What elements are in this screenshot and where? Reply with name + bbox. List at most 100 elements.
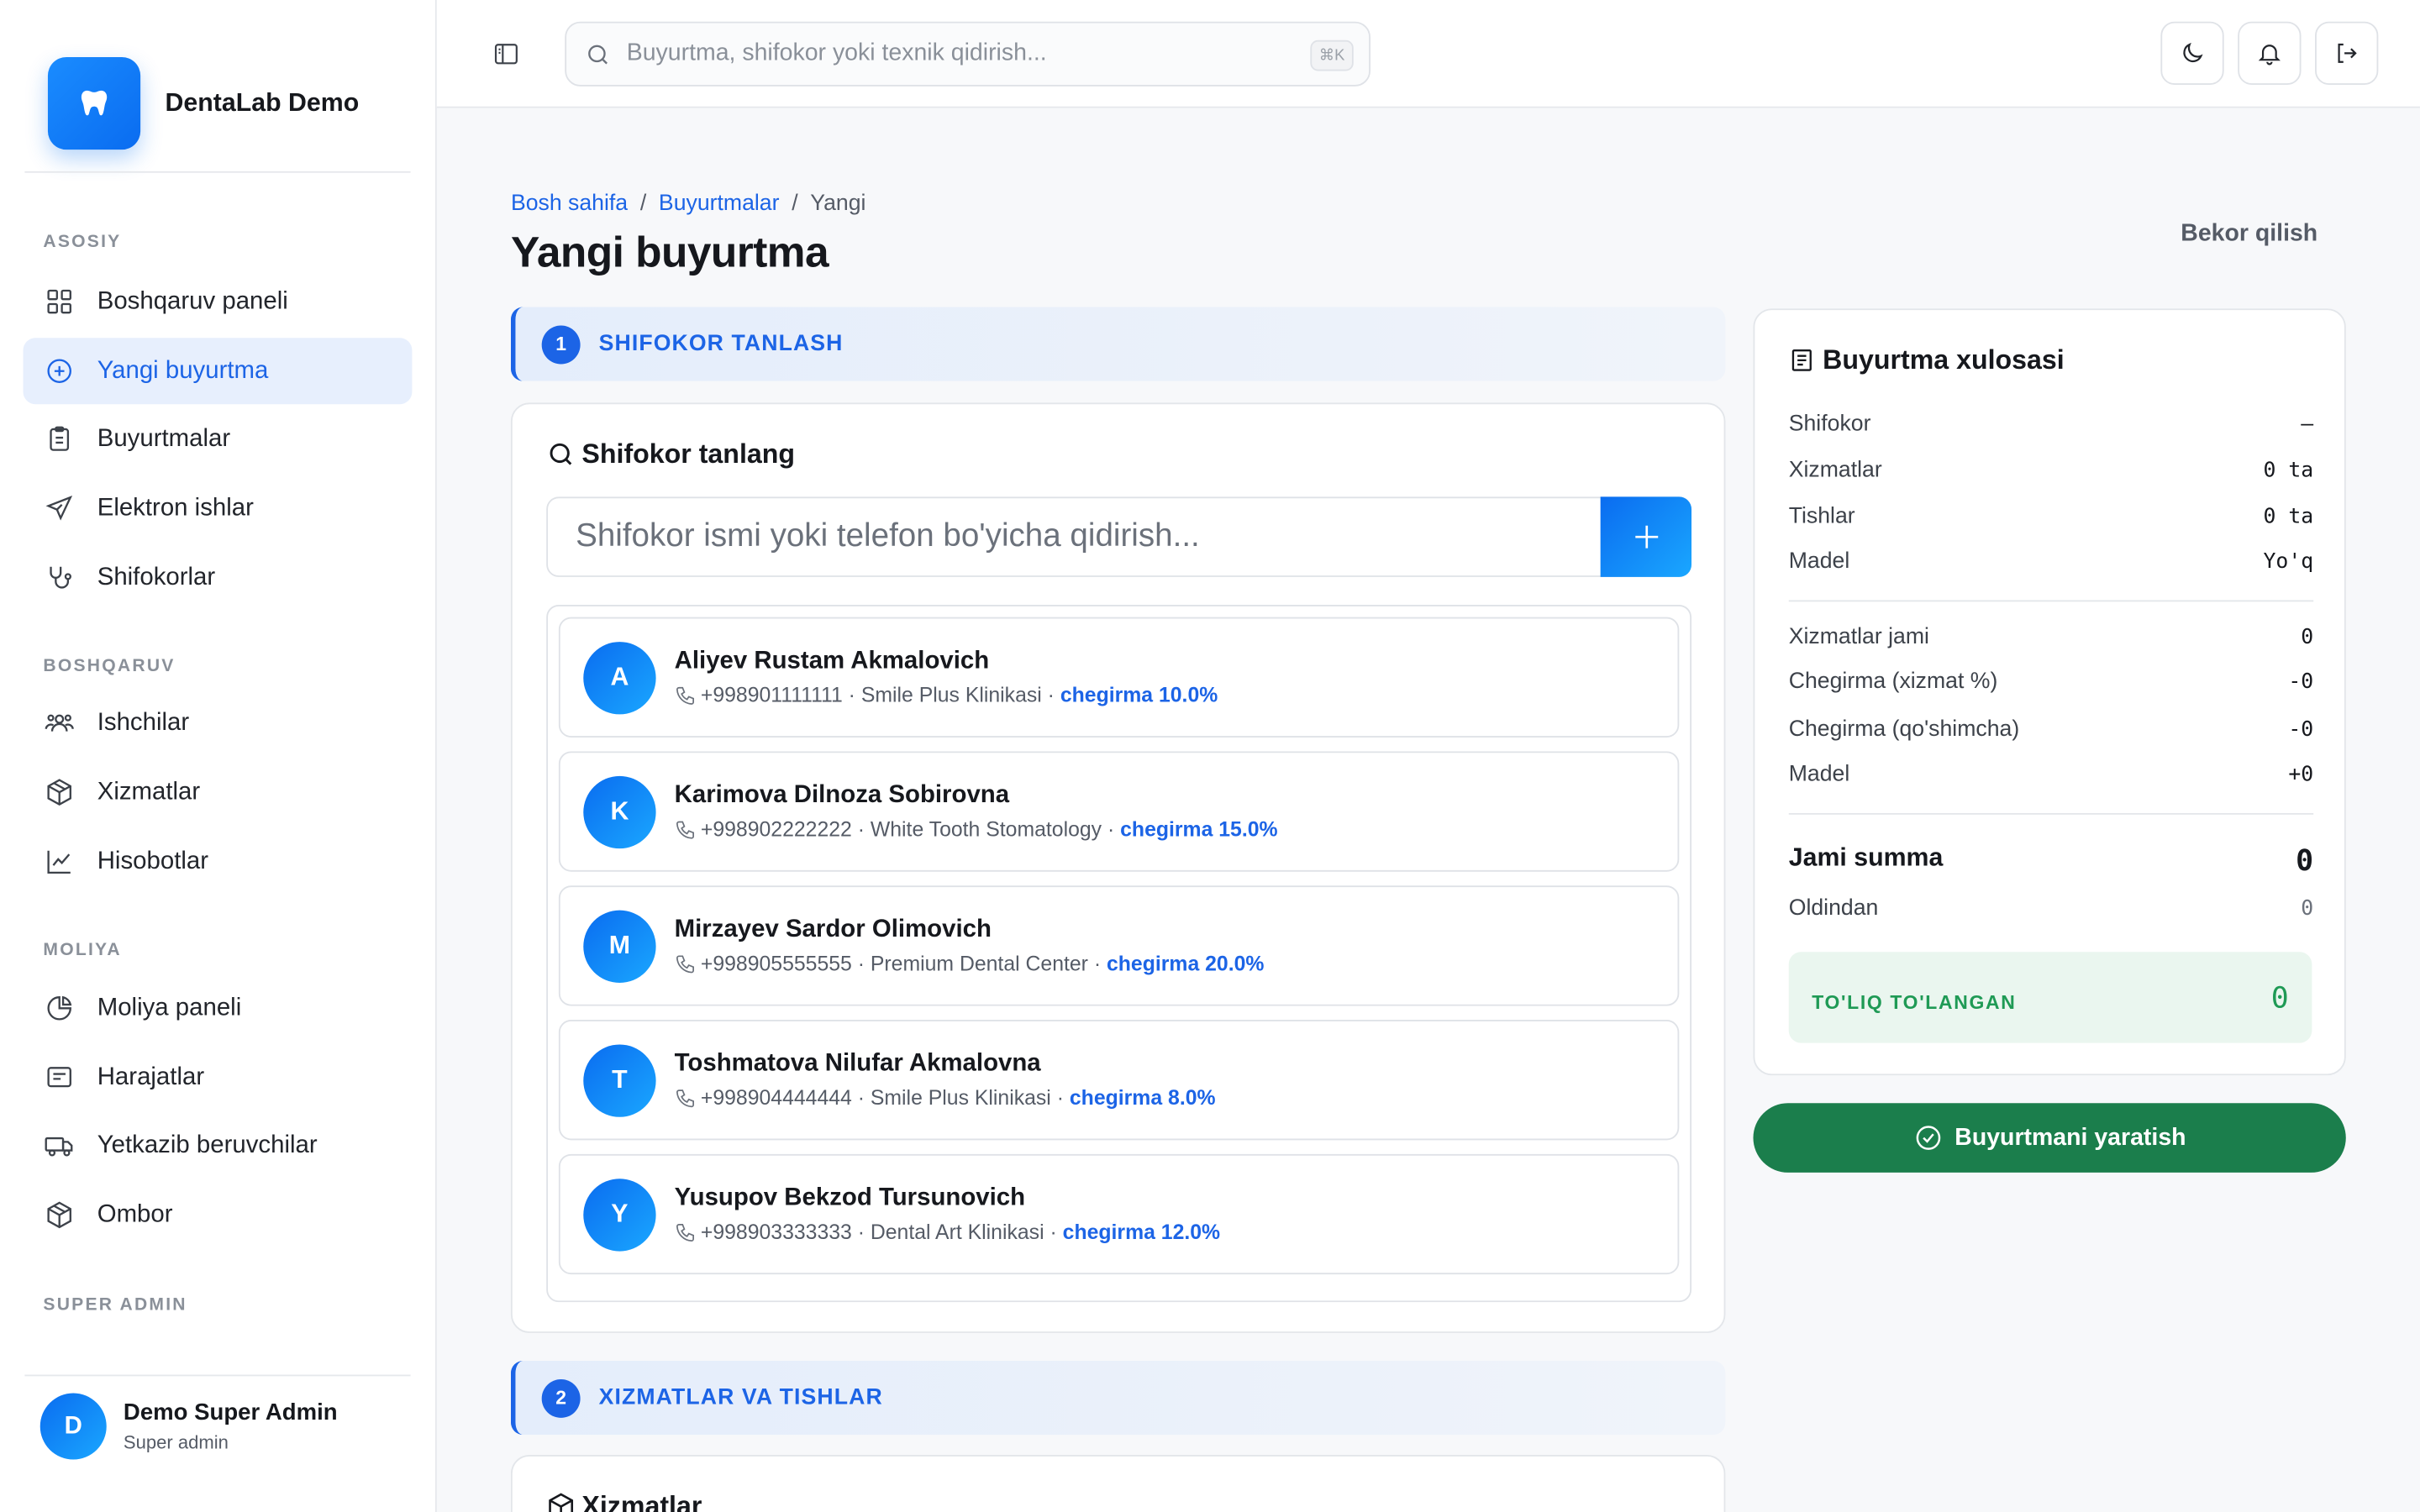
- notifications-button[interactable]: [2238, 21, 2302, 86]
- step-header-2: 2 XIZMATLAR VA TISHLAR: [510, 1360, 1726, 1436]
- doctor-avatar: T: [583, 1043, 656, 1116]
- row-value: +0: [2288, 762, 2314, 787]
- sidebar-item-label: Shifokorlar: [97, 564, 216, 591]
- doctor-contact: +998901111111 · Smile Plus Klinikasi ·: [700, 683, 1055, 707]
- doctor-name: Mirzayev Sardor Olimovich: [674, 916, 992, 943]
- bell-icon: [2258, 45, 2281, 66]
- sidebar-item-electronic[interactable]: Elektron ishlar: [24, 475, 413, 542]
- moon-icon: [2183, 42, 2203, 63]
- doctor-meta: +998901111111 · Smile Plus Klinikasi · c…: [675, 683, 1218, 707]
- card-title: Shifokor tanlang: [546, 438, 795, 471]
- plus-circle-icon: [47, 359, 71, 383]
- summary-row-model: Madel Yo'q: [1789, 549, 2313, 574]
- logout-button[interactable]: [2315, 21, 2379, 86]
- doctor-avatar: M: [583, 909, 656, 983]
- sidebar-item-reports[interactable]: Hisobotlar: [24, 828, 413, 895]
- doctor-name: Toshmatova Nilufar Akmalovna: [674, 1050, 1041, 1078]
- doctor-list-item[interactable]: M Mirzayev Sardor Olimovich +99890555555…: [558, 885, 1680, 1006]
- cancel-button[interactable]: Bekor qilish: [2181, 221, 2317, 249]
- sidebar-item-label: Moliya paneli: [97, 994, 242, 1021]
- doctor-avatar: Y: [583, 1178, 656, 1251]
- breadcrumb-home[interactable]: Bosh sahifa: [511, 192, 628, 216]
- brand[interactable]: DentaLab Demo: [47, 56, 359, 150]
- doctor-meta: +998903333333 · Dental Art Klinikasi · c…: [675, 1221, 1220, 1243]
- row-label: Madel: [1788, 762, 1850, 787]
- card-title-text: Xizmatlar: [581, 1490, 702, 1512]
- search-icon: [550, 443, 572, 465]
- shortcut-badge: ⌘K: [1310, 39, 1354, 71]
- user-name: Demo Super Admin: [123, 1399, 338, 1426]
- summary-row-discount-extra: Chegirma (qo'shimcha) -0: [1789, 717, 2313, 742]
- paid-label: TO'LIQ TO'LANGAN: [1812, 991, 2017, 1013]
- row-value: -0: [2288, 669, 2314, 695]
- sidebar-item-finance[interactable]: Moliya paneli: [24, 975, 413, 1042]
- payment-status-box: TO'LIQ TO'LANGAN 0: [1788, 952, 2312, 1043]
- doctor-discount: chegirma 8.0%: [1069, 1086, 1216, 1110]
- user-role: Super admin: [123, 1431, 229, 1454]
- doctor-search-placeholder: Shifokor ismi yoki telefon bo'yicha qidi…: [576, 518, 1200, 554]
- row-value: —: [2301, 412, 2314, 437]
- sidebar-item-warehouse[interactable]: Ombor: [24, 1182, 413, 1248]
- doctor-select-card: Shifokor tanlang Shifokor ismi yoki tele…: [510, 402, 1726, 1333]
- doctor-list-item[interactable]: T Toshmatova Nilufar Akmalovna +99890444…: [558, 1020, 1680, 1141]
- sidebar-item-suppliers[interactable]: Yetkazib beruvchilar: [24, 1112, 413, 1179]
- row-label: Tishlar: [1788, 504, 1855, 529]
- sidebar-toggle-icon[interactable]: [492, 40, 520, 68]
- row-label: Madel: [1788, 549, 1850, 575]
- doctor-discount: chegirma 15.0%: [1120, 817, 1278, 842]
- create-order-button[interactable]: Buyurtmani yaratish: [1753, 1103, 2346, 1173]
- stethoscope-icon: [50, 566, 71, 589]
- doctor-list-item[interactable]: A Aliyev Rustam Akmalovich +998901111111…: [558, 617, 1680, 738]
- row-label: Xizmatlar: [1788, 458, 1882, 483]
- step-number: 2: [541, 1378, 581, 1418]
- step-number: 1: [541, 324, 581, 364]
- services-card: Xizmatlar: [510, 1455, 1726, 1512]
- user-profile[interactable]: D Demo Super Admin Super admin: [39, 1393, 338, 1460]
- breadcrumb-orders[interactable]: Buyurtmalar: [659, 192, 780, 216]
- create-order-label: Buyurtmani yaratish: [1954, 1124, 2186, 1151]
- sidebar-item-dashboard[interactable]: Boshqaruv paneli: [24, 269, 413, 335]
- box-icon: [47, 1201, 71, 1229]
- doctor-meta: +998904444444 · Smile Plus Klinikasi · c…: [675, 1086, 1216, 1110]
- sidebar-item-orders[interactable]: Buyurtmalar: [24, 406, 413, 472]
- sidebar-item-new-order[interactable]: Yangi buyurtma: [23, 338, 413, 405]
- total-label: Jami summa: [1788, 843, 1944, 872]
- doctor-search-input[interactable]: Shifokor ismi yoki telefon bo'yicha qidi…: [546, 496, 1692, 577]
- sidebar-item-label: Ombor: [97, 1200, 173, 1228]
- add-doctor-button[interactable]: [1600, 496, 1692, 577]
- doctor-discount: chegirma 20.0%: [1107, 952, 1265, 975]
- breadcrumb-separator: /: [792, 191, 798, 217]
- summary-title-text: Buyurtma xulosasi: [1823, 344, 2065, 375]
- summary-prepaid: Oldindan 0: [1789, 896, 2313, 921]
- sidebar-item-doctors[interactable]: Shifokorlar: [24, 544, 413, 611]
- dashboard-icon: [47, 289, 71, 314]
- sidebar-item-label: Buyurtmalar: [97, 425, 231, 452]
- sidebar-item-expenses[interactable]: Harajatlar: [24, 1044, 413, 1110]
- summary-row-model-cost: Madel +0: [1789, 762, 2313, 786]
- sidebar-item-workers[interactable]: Ishchilar: [24, 690, 413, 756]
- divider: [24, 171, 411, 173]
- theme-toggle-button[interactable]: [2160, 21, 2224, 86]
- doctor-list-item[interactable]: Y Yusupov Bekzod Tursunovich +9989033333…: [558, 1153, 1680, 1275]
- phone-icon: [676, 954, 694, 973]
- doctor-discount: chegirma 10.0%: [1060, 683, 1218, 707]
- row-label: Chegirma (qo'shimcha): [1788, 717, 2020, 743]
- sidebar-item-label: Yangi buyurtma: [97, 357, 269, 384]
- doctor-meta: +998905555555 · Premium Dental Center · …: [675, 952, 1265, 975]
- phone-icon: [676, 1089, 694, 1107]
- page-title: Yangi buyurtma: [510, 228, 829, 276]
- truck-icon: [45, 1137, 73, 1157]
- card-title-text: Shifokor tanlang: [581, 438, 796, 470]
- users-icon: [45, 714, 74, 732]
- breadcrumb-current: Yangi: [810, 191, 866, 217]
- total-value: 0: [2296, 843, 2314, 879]
- tooth-logo-icon: [47, 56, 141, 150]
- doctor-avatar: A: [583, 641, 656, 714]
- row-value: -0: [2288, 717, 2314, 743]
- global-search-input[interactable]: Buyurtma, shifokor yoki texnik qidirish.…: [565, 21, 1370, 87]
- sidebar-item-label: Hisobotlar: [97, 848, 209, 874]
- doctor-list-item[interactable]: K Karimova Dilnoza Sobirovna +9989022222…: [558, 751, 1680, 872]
- sidebar-item-services[interactable]: Xizmatlar: [24, 759, 413, 826]
- check-circle-icon: [1915, 1126, 1940, 1150]
- send-icon: [45, 495, 73, 521]
